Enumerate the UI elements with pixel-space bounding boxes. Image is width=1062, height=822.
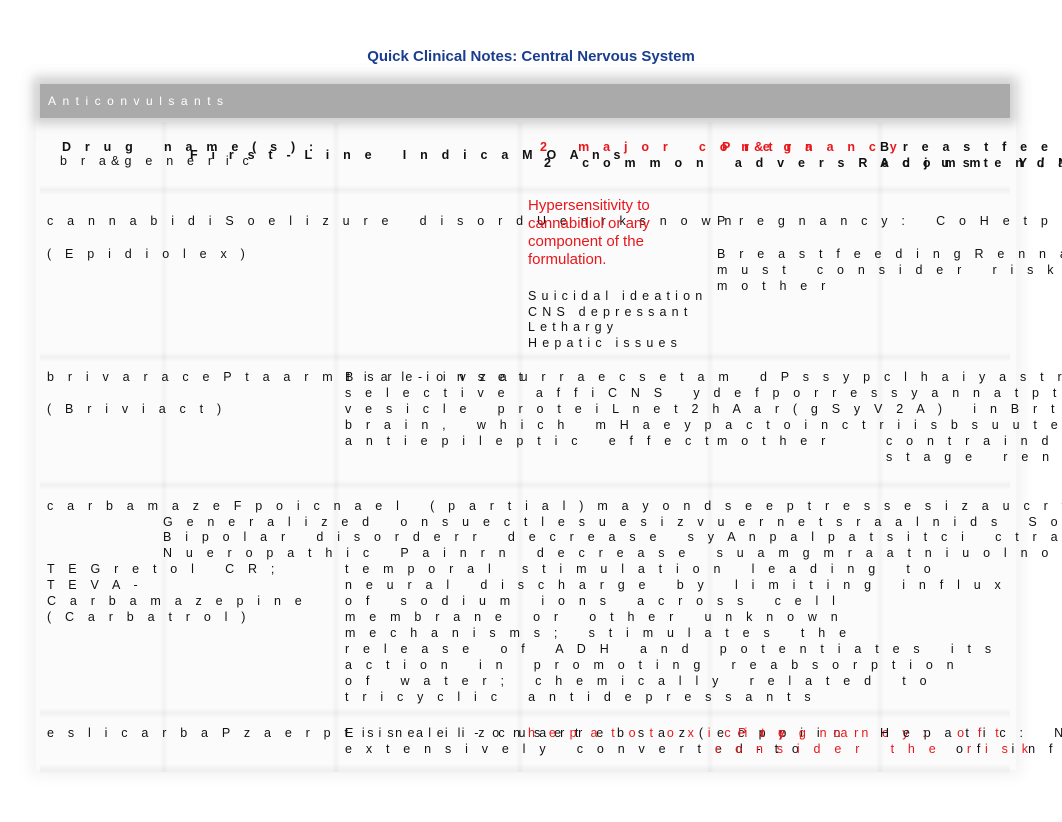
row-divider [40, 764, 1010, 774]
breastfeeding-note: m u s t c o n s i d e r r i s k v s . b … [717, 263, 1059, 277]
moa-line: a c t i o n i n p r o m o t i n g r e a … [345, 658, 959, 672]
pregnancy-hepatic: P r e g n a n c y : C o H e t p r a a t … [717, 214, 1062, 228]
brand-name: ( B r i v i a c t ) [47, 402, 227, 416]
contraindication-text: Hypersensitivity to cannabidiol or any c… [528, 197, 650, 268]
drug-indication-line: c a r b a m a z e F p o i c n a e l ( p … [47, 499, 1062, 513]
header-breastfeed-renal: B r e a s t f e e d / R e n a l [880, 140, 1062, 154]
row-divider [40, 480, 1010, 490]
brand-name: T E V A - [47, 578, 143, 592]
moa-line: v e s i c l e p r o t e i L n e t 2 h A … [345, 402, 1060, 416]
moa-line: o f s o d i u m i o n s a c r o s s c e … [345, 594, 841, 608]
indication-line: B i p o l a r d i s o r d e r r d e c r … [163, 530, 1062, 544]
indication-line: N u e r o p a t h i c P a i n r n d e c … [163, 546, 1054, 560]
breastfeeding-note: m o t h e r [717, 279, 831, 293]
moa-line: b r a i n , w h i c h m H a e y p a c t … [345, 418, 1062, 432]
pregnancy-note-tail: o f i n f a [956, 742, 1058, 756]
breastfeeding-renal: B r e a s t f e e d i n g R e n n a o l … [717, 247, 1062, 261]
moa-line: n e u r a l d i s c h a r g e b y l i m … [345, 578, 1006, 592]
renal-note: c o n t r a i n d i c a [886, 434, 1054, 448]
moa-line: s e l e c t i v e a f f i C N S y d e f … [345, 386, 1062, 400]
page-title: Quick Clinical Notes: Central Nervous Sy… [367, 48, 695, 65]
section-header-label: Anticonvulsants [48, 94, 230, 108]
brand-name: ( C a r b a t r o l ) [47, 610, 251, 624]
adverse-effect: Suicidal ideation [528, 289, 708, 303]
brand-name: ( E p i d i o l e x ) [47, 247, 250, 261]
hepatic-text: H e p a t i c : N o [880, 726, 1062, 740]
row-divider [40, 352, 1010, 362]
row-divider [40, 708, 1010, 718]
adverse-effect: CNS depressant [528, 305, 693, 319]
renal-note: s t a g e r e n a l [886, 450, 1055, 464]
brand-name: T E G r e t o l C R ; [47, 562, 280, 576]
row-divider [40, 185, 1010, 195]
moa-line: a n t i e p i l e p t i c e f f e c t [345, 434, 714, 448]
adverse-effect: Hepatic issues [528, 336, 683, 350]
moa-line: m e c h a n i s m s ; s t i m u l a t e … [345, 626, 852, 640]
moa-line: o f w a t e r ; c h e m i c a l l y r e … [345, 674, 932, 688]
moa-line: B s r e i i v z a u r r a e c s e t a m … [345, 370, 1062, 384]
moa-line: r e l e a s e o f A D H a n d p o t e n … [345, 642, 997, 656]
adverse-effect: Lethargy [528, 320, 619, 334]
header-pregnancy: P r e g n a n c y [722, 140, 902, 154]
moa-line: m e m b r a n e o r o t h e r u n k n o … [345, 610, 843, 624]
brand-name: C a r b a m a z e p i n e [47, 594, 307, 608]
moa-line: t r i c y c l i c a n t i d e p r e s s … [345, 690, 816, 704]
breastfeeding-note: m o t h e r [717, 434, 831, 448]
header-adjust: A d j u s t Y / N ? [880, 156, 1062, 170]
indication-line: G e n e r a l i z e d o n s u e c t l e … [163, 515, 1062, 529]
moa-line: t e m p o r a l s t i m u l a t i o n l … [345, 562, 936, 576]
